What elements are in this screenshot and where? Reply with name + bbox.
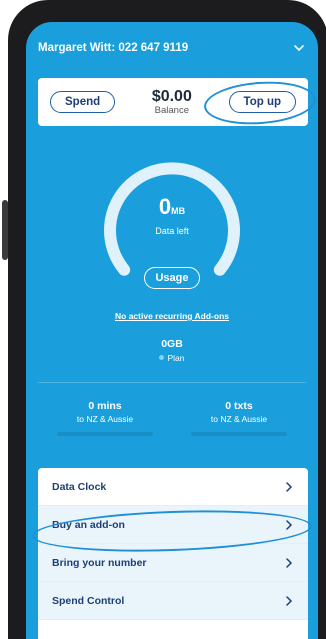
plan-dot-icon: [159, 355, 165, 360]
chevron-right-icon: [286, 557, 293, 568]
mins-bar: [57, 432, 153, 436]
data-left-value: 0MB: [158, 194, 186, 219]
chevron-down-icon[interactable]: [292, 41, 306, 55]
menu-item-spend-control[interactable]: Spend Control: [38, 582, 308, 620]
recurring-addons-link[interactable]: No active recurring Add-ons: [26, 311, 318, 321]
account-header[interactable]: Margaret Witt: 022 647 9119: [38, 38, 306, 58]
chevron-right-icon: [286, 595, 293, 606]
menu-item-data-clock[interactable]: Data Clock: [38, 468, 308, 506]
chevron-right-icon: [286, 481, 293, 492]
balance-display: $0.00 Balance: [152, 88, 192, 116]
spend-button[interactable]: Spend: [50, 91, 116, 113]
data-left-label: Data left: [155, 226, 189, 236]
balance-amount: $0.00: [151, 88, 192, 105]
account-label: Margaret Witt: 022 647 9119: [38, 42, 189, 54]
plan-amount: 0GB: [161, 338, 183, 350]
txts-value: 0 txts: [225, 400, 253, 412]
txts-stat: 0 txts to NZ & Aussie: [184, 400, 294, 424]
usage-button[interactable]: Usage: [144, 267, 200, 289]
plan-legend: Plan: [26, 353, 318, 363]
balance-label: Balance: [154, 105, 189, 116]
action-menu: Data Clock Buy an add-on Bring your numb…: [38, 468, 308, 639]
mins-stat: 0 mins to NZ & Aussie: [50, 400, 160, 424]
txts-bar: [191, 432, 287, 436]
txts-sub: to NZ & Aussie: [210, 414, 268, 424]
app-screen: Margaret Witt: 022 647 9119 Spend $0.00 …: [26, 22, 318, 639]
mins-sub: to NZ & Aussie: [76, 414, 134, 424]
divider: [38, 382, 306, 383]
mins-value: 0 mins: [88, 400, 122, 412]
phone-side-button: [2, 200, 8, 260]
